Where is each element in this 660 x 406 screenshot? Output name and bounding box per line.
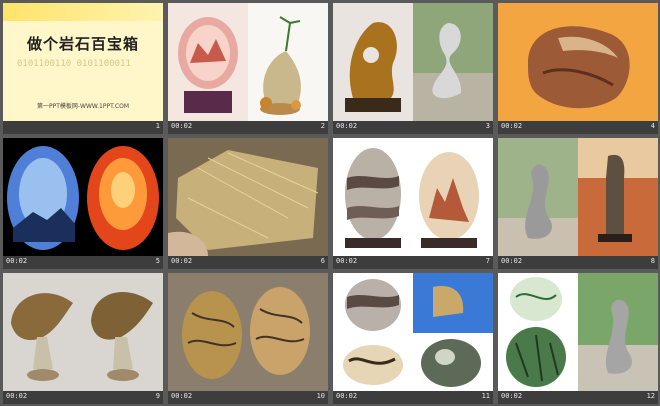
slide-preview <box>498 138 658 256</box>
rock-photo <box>506 273 658 391</box>
slide-thumbnail-6[interactable]: 00:02 6 <box>168 138 328 269</box>
slide-footer: 00:02 10 <box>168 391 328 404</box>
slide-number: 8 <box>650 257 655 265</box>
slide-preview <box>168 138 328 256</box>
slide-thumbnail-8[interactable]: 00:02 8 <box>498 138 658 269</box>
slide-thumbnail-12[interactable]: 00:02 12 <box>498 273 658 404</box>
slide-number: 12 <box>646 392 655 400</box>
rock-photo <box>528 26 630 109</box>
slide-number: 9 <box>155 392 160 400</box>
slide-thumbnail-9[interactable]: 00:02 9 <box>3 273 163 404</box>
slide-footer: 00:02 4 <box>498 121 658 134</box>
slide-number: 3 <box>485 122 490 130</box>
slide-preview <box>498 273 658 391</box>
slide-footer: 00:02 11 <box>333 391 493 404</box>
slide-thumbnail-3[interactable]: 00:02 3 <box>333 3 493 134</box>
rock-photo <box>498 138 658 256</box>
slide-preview <box>168 3 328 121</box>
rock-photo <box>168 150 319 256</box>
rock-photo <box>7 146 159 250</box>
slide-preview <box>168 273 328 391</box>
slide-thumbnail-5[interactable]: 00:02 5 <box>3 138 163 269</box>
slide-timing: 00:02 <box>336 257 358 265</box>
slide-thumbnail-10[interactable]: 00:02 10 <box>168 273 328 404</box>
slide-number: 1 <box>155 122 160 130</box>
slide-number: 7 <box>485 257 490 265</box>
slide-footer: 00:02 5 <box>3 256 163 269</box>
site-credit: 第一PPT模板网-WWW.1PPT.COM <box>36 103 130 110</box>
slide-thumbnail-7[interactable]: 00:02 7 <box>333 138 493 269</box>
slide-number: 6 <box>320 257 325 265</box>
slide-preview <box>498 3 658 121</box>
slide-number: 5 <box>155 257 160 265</box>
slide-timing: 00:02 <box>6 392 28 400</box>
rock-photo <box>182 287 310 379</box>
slide-thumbnail-2[interactable]: 00:02 2 <box>168 3 328 134</box>
slide-thumbnail-1[interactable]: 做个岩石百宝箱 0101100110 0101100011 第一PPT模板网-W… <box>3 3 163 134</box>
slide-timing: 00:02 <box>501 392 523 400</box>
slide-preview <box>3 273 163 391</box>
slide-timing: 00:02 <box>336 122 358 130</box>
rock-photo <box>333 3 493 121</box>
slide-thumbnail-11[interactable]: 00:02 11 <box>333 273 493 404</box>
slide-footer: 1 <box>3 121 163 134</box>
rock-photo <box>11 291 153 381</box>
slide-timing: 00:02 <box>501 257 523 265</box>
slide-title: 做个岩石百宝箱 <box>26 35 139 53</box>
rock-photo <box>345 148 479 248</box>
slide-sorter-grid: 做个岩石百宝箱 0101100110 0101100011 第一PPT模板网-W… <box>0 0 660 406</box>
slide-preview: 做个岩石百宝箱 0101100110 0101100011 第一PPT模板网-W… <box>3 3 163 121</box>
slide-timing: 00:02 <box>171 122 193 130</box>
slide-footer: 00:02 3 <box>333 121 493 134</box>
slide-timing: 00:02 <box>6 257 28 265</box>
slide-footer: 00:02 7 <box>333 256 493 269</box>
slide-number: 4 <box>650 122 655 130</box>
slide-number: 11 <box>481 392 490 400</box>
slide-timing: 00:02 <box>171 392 193 400</box>
title-decoration <box>3 3 163 21</box>
slide-footer: 00:02 8 <box>498 256 658 269</box>
slide-thumbnail-4[interactable]: 00:02 4 <box>498 3 658 134</box>
slide-footer: 00:02 9 <box>3 391 163 404</box>
slide-number: 2 <box>320 122 325 130</box>
slide-preview <box>3 138 163 256</box>
slide-footer: 00:02 12 <box>498 391 658 404</box>
binary-decoration: 0101100110 0101100011 <box>17 59 131 69</box>
slide-number: 10 <box>316 392 325 400</box>
slide-timing: 00:02 <box>501 122 523 130</box>
slide-footer: 00:02 2 <box>168 121 328 134</box>
slide-timing: 00:02 <box>171 257 193 265</box>
rock-photo <box>343 273 493 387</box>
slide-preview <box>333 273 493 391</box>
slide-preview <box>333 3 493 121</box>
slide-timing: 00:02 <box>336 392 358 400</box>
slide-footer: 00:02 6 <box>168 256 328 269</box>
rock-photo <box>168 3 328 121</box>
slide-preview <box>333 138 493 256</box>
